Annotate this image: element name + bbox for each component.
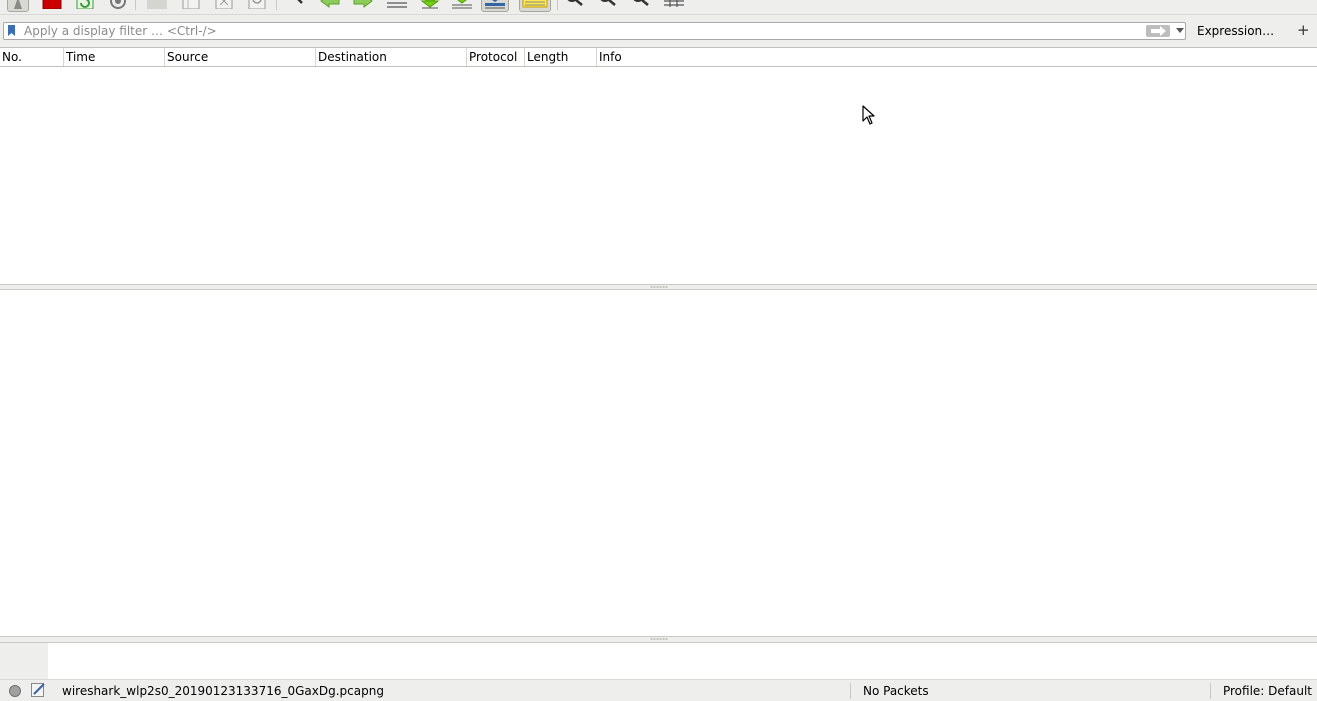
- last-packet-icon: [452, 0, 472, 9]
- status-bar: wireshark_wlp2s0_20190123133716_0GaxDg.p…: [0, 679, 1317, 701]
- display-filter-input[interactable]: [24, 23, 1124, 39]
- resize-columns-button[interactable]: [663, 0, 685, 12]
- open-file-icon: [147, 0, 167, 9]
- close-file-button[interactable]: [213, 0, 235, 12]
- normal-size-button[interactable]: [630, 0, 652, 12]
- zoom-out-button[interactable]: [597, 0, 619, 12]
- chevron-down-icon[interactable]: [1176, 28, 1184, 33]
- stop-capture-button[interactable]: [41, 0, 63, 12]
- profile-selector[interactable]: Profile: Default: [1223, 684, 1312, 698]
- go-forward-icon: [353, 0, 373, 8]
- close-file-icon: [215, 0, 233, 9]
- packet-details-pane[interactable]: [0, 290, 1317, 636]
- mouse-cursor-icon: [862, 105, 875, 125]
- find-packet-icon: [297, 0, 303, 4]
- capture-file-name: wireshark_wlp2s0_20190123133716_0GaxDg.p…: [62, 684, 384, 698]
- colorize-icon: [522, 0, 548, 8]
- go-forward-button[interactable]: [352, 0, 374, 12]
- colorize-button[interactable]: [519, 0, 551, 12]
- auto-scroll-button[interactable]: [481, 0, 509, 12]
- reload-file-button[interactable]: [246, 0, 268, 12]
- main-toolbar: [0, 0, 1317, 15]
- start-capture-icon: [14, 0, 22, 9]
- arrow-right-icon: [1151, 26, 1166, 36]
- save-file-button[interactable]: [180, 0, 202, 12]
- column-header-destination[interactable]: Destination: [316, 48, 467, 66]
- zoom-in-icon: [567, 0, 583, 6]
- go-to-packet-icon: [387, 2, 407, 8]
- go-back-icon: [320, 0, 340, 8]
- normal-size-icon: [633, 0, 649, 6]
- last-packet-button[interactable]: [451, 0, 473, 12]
- column-header-length[interactable]: Length: [525, 48, 597, 66]
- restart-capture-icon: [76, 0, 94, 9]
- packet-list-pane[interactable]: [0, 67, 1317, 284]
- add-filter-button[interactable]: +: [1297, 21, 1310, 39]
- display-filter-bar: Expression… +: [0, 15, 1317, 47]
- first-packet-button[interactable]: [419, 0, 441, 12]
- packet-list-header: No. Time Source Destination Protocol Len…: [0, 47, 1317, 67]
- restart-capture-button[interactable]: [74, 0, 96, 12]
- go-to-packet-button[interactable]: [386, 0, 408, 12]
- expression-button[interactable]: Expression…: [1197, 24, 1274, 38]
- find-packet-button[interactable]: [287, 0, 309, 12]
- packet-count: No Packets: [863, 684, 929, 698]
- bytes-pane-gutter: [0, 643, 48, 679]
- pane-splitter-bottom[interactable]: [0, 636, 1317, 643]
- go-back-button[interactable]: [319, 0, 341, 12]
- zoom-out-icon: [600, 0, 616, 6]
- packet-bytes-pane[interactable]: [0, 643, 1317, 679]
- open-file-button[interactable]: [146, 0, 168, 12]
- splitter-grip: [650, 638, 668, 640]
- capture-comment-icon[interactable]: [31, 683, 46, 697]
- capture-options-button[interactable]: [107, 0, 129, 12]
- apply-filter-button[interactable]: [1146, 25, 1170, 37]
- zoom-in-button[interactable]: [564, 0, 586, 12]
- column-header-info[interactable]: Info: [597, 48, 1317, 66]
- save-file-icon: [182, 0, 200, 9]
- stop-capture-icon: [42, 0, 62, 9]
- first-packet-icon: [420, 0, 440, 9]
- column-header-no[interactable]: No.: [0, 48, 64, 66]
- start-capture-button[interactable]: [7, 0, 29, 12]
- column-header-source[interactable]: Source: [165, 48, 316, 66]
- splitter-grip: [650, 286, 668, 288]
- reload-file-icon: [248, 0, 266, 9]
- bookmark-icon[interactable]: [8, 25, 15, 36]
- capture-options-icon: [110, 0, 126, 9]
- column-header-time[interactable]: Time: [64, 48, 165, 66]
- column-header-protocol[interactable]: Protocol: [467, 48, 525, 66]
- display-filter-box: [3, 22, 1186, 40]
- auto-scroll-icon: [485, 0, 505, 9]
- resize-columns-icon: [664, 0, 684, 7]
- expert-info-indicator-icon[interactable]: [9, 685, 21, 697]
